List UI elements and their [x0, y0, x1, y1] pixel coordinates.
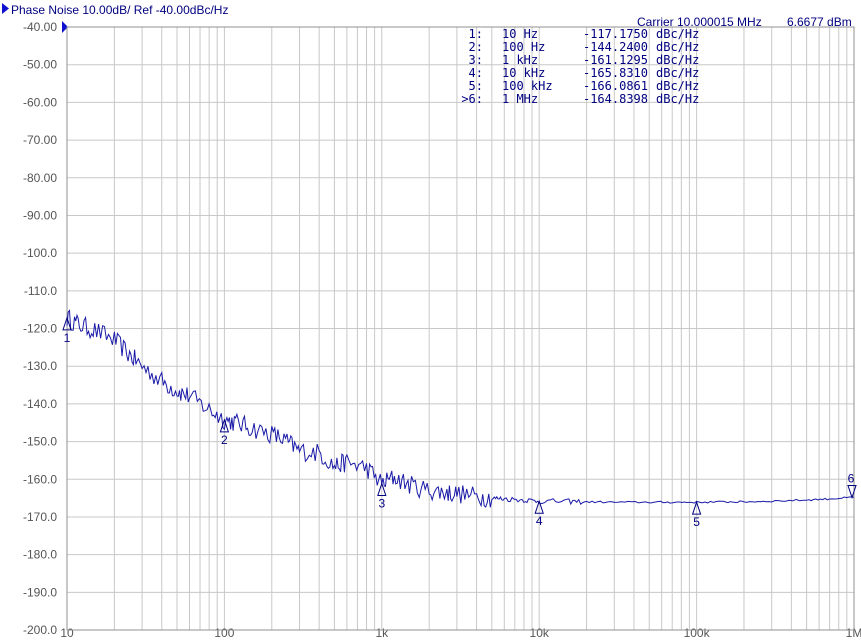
y-tick-label: -150.0: [23, 435, 57, 449]
chart-title: Phase Noise 10.00dB/ Ref -40.00dBc/Hz: [11, 3, 228, 17]
marker-row-value: -161.1295: [583, 53, 648, 67]
marker-row-frequency: 100 kHz: [502, 79, 553, 93]
y-tick-label: -110.0: [24, 284, 57, 298]
marker-row-frequency: 100 Hz: [502, 40, 545, 54]
marker-row-index: >6:: [461, 92, 483, 106]
y-tick-label: -160.0: [23, 472, 57, 486]
marker-row-index: 4:: [469, 66, 483, 80]
x-tick-label: 1M: [846, 626, 861, 640]
marker-row-frequency: 10 kHz: [502, 66, 545, 80]
marker-row-unit: dBc/Hz: [656, 79, 699, 93]
marker-1-label: 1: [64, 331, 71, 345]
marker-row-value: -144.2400: [583, 40, 648, 54]
y-tick-label: -180.0: [23, 548, 57, 562]
marker-3-label: 3: [378, 497, 385, 511]
y-tick-label: -200.0: [23, 623, 57, 637]
y-tick-label: -80.00: [23, 171, 57, 185]
y-tick-label: -140.0: [23, 397, 57, 411]
marker-row-value: -166.0861: [583, 79, 648, 93]
y-tick-label: -60.00: [23, 95, 57, 109]
marker-row-index: 3:: [469, 53, 483, 67]
chart-background: [0, 0, 861, 641]
y-tick-label: -50.00: [23, 58, 57, 72]
x-tick-label: 100k: [684, 626, 711, 640]
x-tick-label: 1k: [375, 626, 389, 640]
marker-row-unit: dBc/Hz: [656, 66, 699, 80]
marker-6-label: 6: [848, 471, 855, 485]
marker-5-label: 5: [693, 515, 700, 529]
marker-row-value: -117.1750: [583, 27, 648, 41]
marker-row-frequency: 1 MHz: [502, 92, 538, 106]
y-tick-label: -130.0: [23, 359, 57, 373]
y-tick-label: -70.00: [23, 133, 57, 147]
marker-2-label: 2: [221, 433, 228, 447]
y-tick-label: -190.0: [23, 585, 57, 599]
marker-row-value: -165.8310: [583, 66, 648, 80]
marker-row-unit: dBc/Hz: [656, 92, 699, 106]
y-tick-label: -170.0: [23, 510, 57, 524]
x-tick-label: 10k: [530, 626, 550, 640]
marker-row-frequency: 10 Hz: [502, 27, 538, 41]
x-tick-label: 100: [214, 626, 234, 640]
phase-noise-chart: Phase Noise 10.00dB/ Ref -40.00dBc/Hz Ca…: [0, 0, 861, 641]
y-tick-label: -90.00: [23, 208, 57, 222]
marker-row-frequency: 1 kHz: [502, 53, 538, 67]
y-tick-label: -40.00: [23, 20, 57, 34]
marker-row-value: -164.8398: [583, 92, 648, 106]
marker-row-index: 2:: [469, 40, 483, 54]
marker-row-index: 5:: [469, 79, 483, 93]
y-tick-label: -100.0: [23, 246, 57, 260]
marker-row-unit: dBc/Hz: [656, 53, 699, 67]
marker-row-index: 1:: [469, 27, 483, 41]
y-tick-label: -120.0: [23, 322, 57, 336]
marker-4-label: 4: [536, 514, 543, 528]
marker-row-unit: dBc/Hz: [656, 27, 699, 41]
marker-row-unit: dBc/Hz: [656, 40, 699, 54]
